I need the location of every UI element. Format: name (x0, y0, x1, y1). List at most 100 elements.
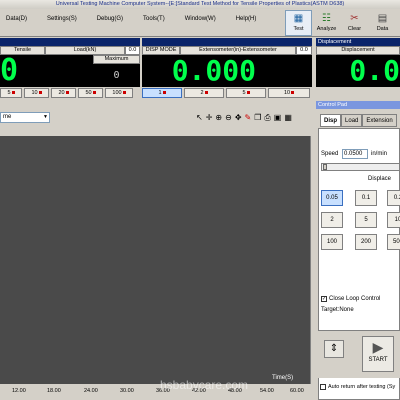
step-200-button[interactable]: 200 (355, 234, 377, 250)
test-label: Test (293, 26, 304, 32)
step-0-2-button[interactable]: 0.2 (387, 190, 400, 206)
x-tick: 24.00 (84, 388, 98, 394)
x-tick: 30.00 (120, 388, 134, 394)
ext-rate-1[interactable]: 1 (142, 88, 182, 98)
pan-icon[interactable]: ✥ (235, 112, 242, 123)
maximum-value: 0 (93, 64, 140, 87)
start-button[interactable]: ▶ START (362, 336, 394, 372)
load-section-bar (0, 38, 140, 46)
menu-data[interactable]: Data(D) (6, 16, 27, 22)
load-rate-5[interactable]: 5 (0, 88, 22, 98)
image-icon[interactable]: ▣ (274, 112, 282, 123)
checkbox-check-icon[interactable]: ✓ (321, 296, 327, 302)
jog-updown-icon[interactable]: ⇕ (324, 340, 344, 358)
crosshair-icon[interactable]: ✛ (206, 112, 213, 123)
ext-rate-2[interactable]: 2 (184, 88, 224, 98)
play-icon: ▶ (372, 339, 384, 355)
grid-icon[interactable]: ▦ (284, 112, 292, 123)
displacement-display: 0.0 (316, 55, 400, 87)
menu-tools[interactable]: Tools(T) (143, 16, 165, 22)
window-title: Universal Testing Machine Computer Syste… (0, 0, 400, 9)
menu-settings[interactable]: Settings(S) (47, 16, 77, 22)
data-button[interactable]: ▤ Data (369, 10, 396, 36)
step-5-button[interactable]: 5 (355, 212, 377, 228)
zoom-in-icon[interactable]: ⊕ (215, 112, 222, 123)
disp-mode-label: DISP MODE (142, 46, 180, 55)
watermark-text: hsbabycare.com (160, 378, 249, 392)
x-tick: 54.00 (260, 388, 274, 394)
indicator-dot-icon (92, 91, 96, 95)
speed-unit: in/min (371, 151, 388, 157)
step-0-1-button[interactable]: 0.1 (355, 190, 377, 206)
indicator-dot-icon (122, 91, 126, 95)
ext-value-small: 0.0 (296, 46, 312, 55)
main-toolbar: ▦ Test ☷ Analyze ✂ Clear ▤ Data (285, 10, 400, 36)
checkbox-box[interactable] (320, 384, 326, 390)
menu-bar: Data(D) Settings(S) Debug(G) Tools(T) Wi… (0, 10, 285, 28)
test-icon: ▦ (293, 13, 304, 24)
ext-rate-5[interactable]: 5 (226, 88, 266, 98)
target-text: Target:None (321, 307, 354, 313)
tab-extension[interactable]: Extension (362, 114, 397, 127)
clear-icon: ✂ (350, 13, 359, 24)
pen-icon[interactable]: ✎ (245, 112, 252, 123)
test-curve-plot[interactable] (0, 136, 311, 384)
indicator-dot-icon (11, 91, 15, 95)
indicator-dot-icon (246, 91, 250, 95)
load-value-small: 0.0 (125, 46, 140, 55)
x-tick: 60.00 (290, 388, 304, 394)
menu-help[interactable]: Help(H) (236, 16, 257, 22)
zoom-out-icon[interactable]: ⊖ (225, 112, 232, 123)
step-100-button[interactable]: 100 (321, 234, 343, 250)
pointer-icon[interactable]: ↖ (196, 112, 203, 123)
displacement-label: Displacement (316, 46, 400, 55)
indicator-dot-icon (162, 91, 166, 95)
data-icon: ▤ (377, 13, 388, 24)
menu-window[interactable]: Window(W) (185, 16, 216, 22)
load-rate-buttons: 5 10 20 50 100 (0, 88, 140, 99)
analyze-button[interactable]: ☷ Analyze (313, 10, 340, 36)
ext-rate-10[interactable]: 10 (268, 88, 310, 98)
clear-button[interactable]: ✂ Clear (341, 10, 368, 36)
ext-section-bar (142, 38, 312, 46)
extensometer-label: Extensometer(in)-Extensometer (180, 46, 296, 55)
extensometer-display: 0.000 (142, 55, 312, 87)
displace-label: Displace (368, 176, 392, 182)
control-pad-title: Control Pad (316, 101, 400, 109)
load-rate-10[interactable]: 10 (24, 88, 49, 98)
load-rate-50[interactable]: 50 (78, 88, 103, 98)
x-tick: 12.00 (12, 388, 26, 394)
chevron-down-icon: ▼ (43, 114, 48, 120)
x-axis-label: Time(S) (272, 375, 294, 381)
indicator-dot-icon (291, 91, 295, 95)
load-rate-100[interactable]: 100 (105, 88, 133, 98)
step-10-button[interactable]: 10 (387, 212, 400, 228)
indicator-dot-icon (65, 91, 69, 95)
clear-label: Clear (347, 26, 362, 32)
load-main-display: 0 (0, 55, 93, 87)
data-label: Data (376, 26, 389, 32)
tab-load[interactable]: Load (341, 114, 363, 127)
test-button[interactable]: ▦ Test (285, 10, 312, 36)
displacement-section-bar: Displacement (316, 38, 400, 46)
control-pad-tabs: Disp Load Extension (320, 114, 400, 127)
x-tick: 18.00 (47, 388, 61, 394)
step-2-button[interactable]: 2 (321, 212, 343, 228)
auto-return-checkbox[interactable]: Auto return after testing (Sy (318, 381, 400, 393)
speed-label: Speed (321, 151, 339, 157)
copy-icon[interactable]: ❐ (254, 112, 261, 123)
step-500-button[interactable]: 500 (387, 234, 400, 250)
tab-disp[interactable]: Disp (320, 114, 342, 127)
step-0-05-button[interactable]: 0.05 (321, 190, 343, 206)
load-rate-20[interactable]: 20 (51, 88, 76, 98)
speed-slider[interactable] (321, 163, 400, 171)
plot-dropdown[interactable]: me ▼ (0, 112, 50, 123)
close-loop-checkbox[interactable]: ✓ Close Loop Control (321, 296, 380, 302)
plot-toolbar: ↖ ✛ ⊕ ⊖ ✥ ✎ ❐ ⎙ ▣ ▦ (196, 112, 311, 123)
menu-debug[interactable]: Debug(G) (97, 16, 123, 22)
print-icon[interactable]: ⎙ (264, 112, 270, 123)
indicator-dot-icon (38, 91, 42, 95)
slider-thumb[interactable] (323, 164, 327, 170)
speed-input[interactable]: 0.0500 (342, 149, 368, 159)
analyze-label: Analyze (316, 26, 337, 32)
